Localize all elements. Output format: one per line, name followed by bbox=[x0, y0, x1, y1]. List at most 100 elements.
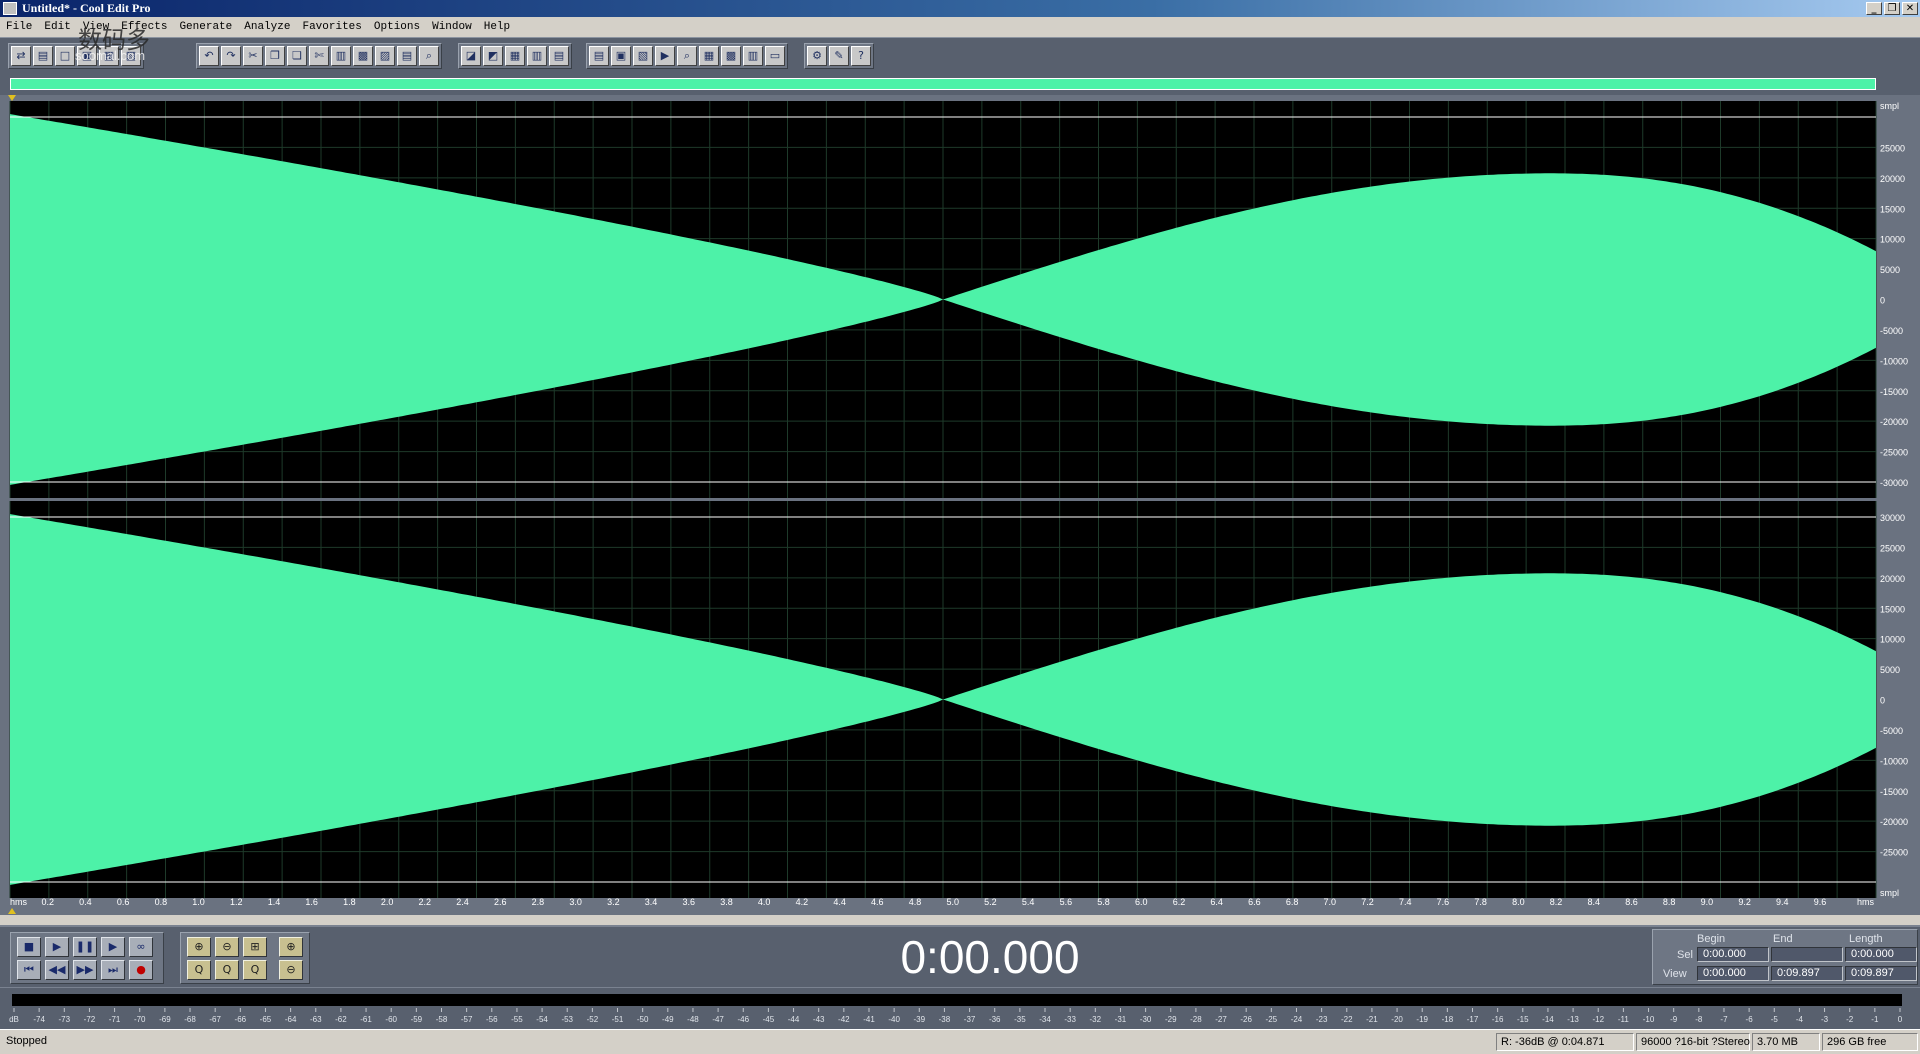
meter-tick-label: -65 bbox=[260, 1015, 272, 1024]
find-icon[interactable]: ⌕ bbox=[419, 46, 439, 66]
grid-icon[interactable]: ▦ bbox=[505, 46, 525, 66]
main-toolbar: ⇄ ▤ □ ▣ ▦ ▧ ↶ ↷ ✂ ❐ ❏ ✄ ▥ ▩ ▨ ▤ ⌕ ◪ ◩ ▦ … bbox=[0, 26, 1920, 73]
time-tick-label: 7.6 bbox=[1437, 897, 1450, 907]
view-end-field[interactable]: 0:09.897 bbox=[1771, 966, 1843, 981]
loop-button[interactable]: ∞ bbox=[129, 937, 153, 957]
copy-new-icon[interactable]: ❏ bbox=[287, 46, 307, 66]
meter-tick-label: -2 bbox=[1846, 1015, 1854, 1024]
sel-begin-field[interactable]: 0:00.000 bbox=[1697, 947, 1769, 962]
waveform-display[interactable]: smpl 25000 20000 15000 10000 5000 0 -5000 -10000… bbox=[0, 95, 1920, 915]
meter-tick-label: -29 bbox=[1165, 1015, 1177, 1024]
time-tick-label: 0.4 bbox=[79, 897, 92, 907]
menu-file[interactable]: File bbox=[6, 21, 32, 33]
menu-favorites[interactable]: Favorites bbox=[302, 21, 361, 33]
meter-tick-label: -31 bbox=[1115, 1015, 1127, 1024]
sel-end-field[interactable] bbox=[1771, 947, 1843, 962]
trim-icon[interactable]: ▨ bbox=[375, 46, 395, 66]
keyboard-icon[interactable]: ▩ bbox=[721, 46, 741, 66]
script-icon[interactable]: ✎ bbox=[829, 46, 849, 66]
zoom-out-vertical-button[interactable]: ⊖ bbox=[279, 960, 303, 980]
time-window-icon[interactable]: ▦ bbox=[699, 46, 719, 66]
blank-icon[interactable]: ▭ bbox=[765, 46, 785, 66]
new-icon[interactable]: □ bbox=[55, 46, 75, 66]
time-tick-label: 6.6 bbox=[1248, 897, 1261, 907]
scissors-icon[interactable]: ✄ bbox=[309, 46, 329, 66]
close-button[interactable]: ✕ bbox=[1902, 2, 1918, 15]
paste-icon[interactable]: ▥ bbox=[331, 46, 351, 66]
play-list-icon[interactable]: ▶ bbox=[655, 46, 675, 66]
app-icon[interactable] bbox=[3, 2, 17, 15]
fast-forward-button[interactable]: ▶▶ bbox=[73, 960, 97, 980]
waveform-view-icon[interactable]: ◪ bbox=[461, 46, 481, 66]
rewind-button[interactable]: ◀◀ bbox=[45, 960, 69, 980]
sel-length-field[interactable]: 0:00.000 bbox=[1845, 947, 1917, 962]
level-meter-icon[interactable]: ▥ bbox=[743, 46, 763, 66]
menu-edit[interactable]: Edit bbox=[44, 21, 70, 33]
time-tick-label: 5.2 bbox=[984, 897, 997, 907]
undo-icon[interactable]: ↶ bbox=[199, 46, 219, 66]
zoom-to-right-button[interactable]: Q bbox=[215, 960, 239, 980]
stop-button[interactable]: ■ bbox=[17, 937, 41, 957]
menu-help[interactable]: Help bbox=[484, 21, 510, 33]
time-unit-label: hms bbox=[10, 897, 28, 907]
zoom-in-vertical-button[interactable]: ⊕ bbox=[279, 937, 303, 957]
paste-new-icon[interactable]: ▤ bbox=[397, 46, 417, 66]
cue-list-icon[interactable]: ▤ bbox=[589, 46, 609, 66]
info-icon[interactable]: ▣ bbox=[611, 46, 631, 66]
time-tick-label: 2.4 bbox=[456, 897, 469, 907]
meter-tick-label: -28 bbox=[1190, 1015, 1202, 1024]
meter-tick-label: -30 bbox=[1140, 1015, 1152, 1024]
waveform-editor[interactable]: smpl 25000 20000 15000 10000 5000 0 -5000 -10000… bbox=[0, 95, 1920, 915]
meter-tick-label: -5 bbox=[1771, 1015, 1779, 1024]
meter-tick-label: -41 bbox=[863, 1015, 875, 1024]
view-begin-field[interactable]: 0:00.000 bbox=[1697, 966, 1769, 981]
record-button[interactable]: ● bbox=[129, 960, 153, 980]
menu-window[interactable]: Window bbox=[432, 21, 472, 33]
help-icon[interactable]: ? bbox=[851, 46, 871, 66]
zoom-icon[interactable]: ⌕ bbox=[677, 46, 697, 66]
settings-icon[interactable]: ▧ bbox=[633, 46, 653, 66]
menu-options[interactable]: Options bbox=[374, 21, 420, 33]
zoom-out-horizontal-button[interactable]: ⊖ bbox=[215, 937, 239, 957]
amplitude-tick-label: 10000 bbox=[1880, 635, 1905, 645]
multitrack-icon[interactable]: ⇄ bbox=[11, 46, 31, 66]
view-length-field[interactable]: 0:09.897 bbox=[1845, 966, 1917, 981]
copy-icon[interactable]: ❐ bbox=[265, 46, 285, 66]
pause-button[interactable]: ❚❚ bbox=[73, 937, 97, 957]
overview-range[interactable] bbox=[10, 78, 1876, 90]
overview-bar[interactable] bbox=[0, 73, 1920, 95]
zoom-to-selection-button[interactable]: Q bbox=[243, 960, 267, 980]
time-tick-label: 3.4 bbox=[645, 897, 658, 907]
meter-tick-label: -26 bbox=[1240, 1015, 1252, 1024]
time-tick-label: 6.8 bbox=[1286, 897, 1299, 907]
go-to-end-button[interactable]: ⏭ bbox=[101, 960, 125, 980]
minimize-button[interactable]: _ bbox=[1866, 2, 1882, 15]
redo-icon[interactable]: ↷ bbox=[221, 46, 241, 66]
zoom-full-button[interactable]: ⊞ bbox=[243, 937, 267, 957]
play-to-end-button[interactable]: ▶ bbox=[101, 937, 125, 957]
zoom-to-left-button[interactable]: Q bbox=[187, 960, 211, 980]
time-tick-label: 1.6 bbox=[305, 897, 318, 907]
restore-button[interactable]: ❐ bbox=[1884, 2, 1900, 15]
channel-grid-icon[interactable]: ▥ bbox=[527, 46, 547, 66]
cut-icon[interactable]: ✂ bbox=[243, 46, 263, 66]
meter-tick-label: -36 bbox=[989, 1015, 1001, 1024]
meter-tick-label: -42 bbox=[838, 1015, 850, 1024]
menu-analyze[interactable]: Analyze bbox=[244, 21, 290, 33]
amplitude-tick-label: -20000 bbox=[1880, 817, 1908, 827]
meter-tick-label: -48 bbox=[687, 1015, 699, 1024]
open-icon[interactable]: ▤ bbox=[33, 46, 53, 66]
window-controls: _ ❐ ✕ bbox=[1866, 2, 1918, 15]
spectral-view-icon[interactable]: ◩ bbox=[483, 46, 503, 66]
go-to-start-button[interactable]: ⏮ bbox=[17, 960, 41, 980]
play-button[interactable]: ▶ bbox=[45, 937, 69, 957]
hardware-settings-icon[interactable]: ⚙ bbox=[807, 46, 827, 66]
track-grid-icon[interactable]: ▤ bbox=[549, 46, 569, 66]
meter-tick-label: -13 bbox=[1567, 1015, 1579, 1024]
time-tick-label: 5.0 bbox=[946, 897, 959, 907]
amplitude-tick-label: -20000 bbox=[1880, 417, 1908, 427]
menu-generate[interactable]: Generate bbox=[179, 21, 232, 33]
meter-tick-label: -34 bbox=[1039, 1015, 1051, 1024]
mix-paste-icon[interactable]: ▩ bbox=[353, 46, 373, 66]
zoom-in-horizontal-button[interactable]: ⊕ bbox=[187, 937, 211, 957]
